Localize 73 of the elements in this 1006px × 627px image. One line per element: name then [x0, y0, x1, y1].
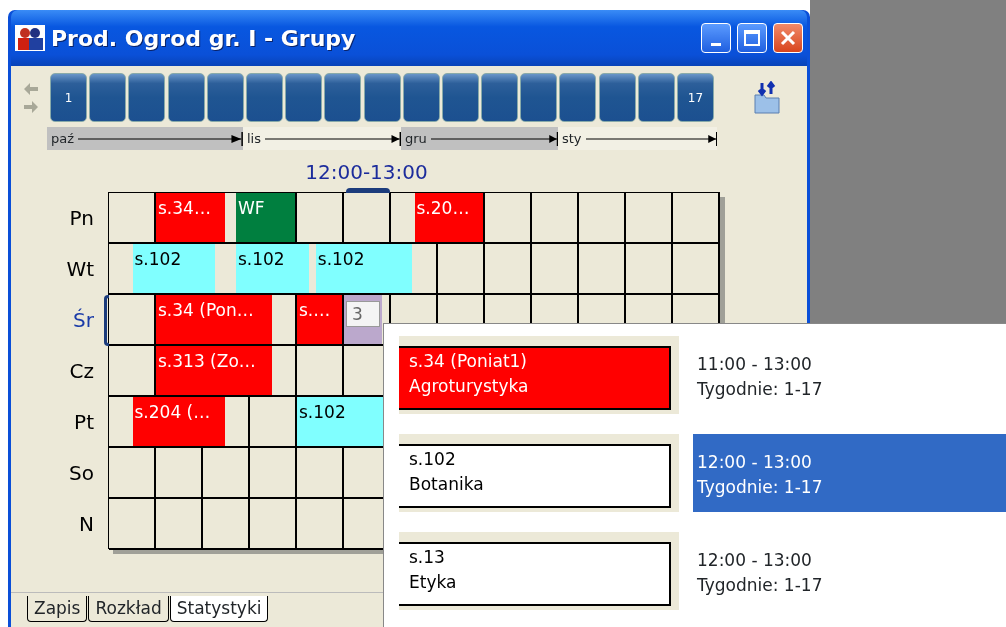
subject-text: Botanika: [409, 472, 485, 496]
lesson-block[interactable]: s.34 (Poniat1) Agroturystyka: [399, 336, 679, 414]
month-label: paź: [50, 129, 75, 148]
weeks-text: Tygodnie: 1-17: [697, 573, 824, 597]
week-tile[interactable]: [363, 73, 401, 122]
class-block[interactable]: s.102: [297, 397, 383, 446]
month-label: lis: [246, 129, 261, 148]
week-tile[interactable]: [481, 73, 519, 122]
class-block[interactable]: s.102: [235, 244, 310, 293]
week-tile[interactable]: [402, 73, 440, 122]
time-text: 12:00 - 13:00: [697, 549, 813, 572]
close-button[interactable]: [773, 23, 803, 53]
month-label: gru: [404, 129, 427, 148]
tab[interactable]: Rozkład: [88, 595, 169, 622]
time-text: 12:00 - 13:00: [697, 451, 813, 474]
weeks-text: Tygodnie: 1-17: [697, 377, 824, 401]
week-tile[interactable]: [167, 73, 205, 122]
week-tile[interactable]: [128, 73, 166, 122]
minimize-button[interactable]: [701, 23, 731, 53]
month-label: sty: [561, 129, 582, 148]
minimize-icon: [711, 42, 721, 46]
time-text: 11:00 - 13:00: [697, 353, 813, 376]
room-text: s.102: [409, 448, 457, 471]
class-block[interactable]: s.102: [315, 244, 413, 293]
class-block[interactable]: s.20…: [414, 193, 483, 242]
day-label[interactable]: N: [11, 498, 108, 549]
tab[interactable]: Statystyki: [169, 595, 269, 622]
class-block[interactable]: s.34…: [156, 193, 225, 242]
subject-text: Agroturystyka: [409, 374, 530, 398]
day-label[interactable]: Pn: [11, 192, 108, 243]
maximize-button[interactable]: [737, 23, 767, 53]
weeks-text: Tygodnie: 1-17: [697, 475, 824, 499]
class-block[interactable]: s.34 (Pon…: [156, 295, 272, 344]
folder-icon[interactable]: [753, 80, 781, 115]
week-tile[interactable]: 1: [50, 73, 87, 122]
row-marker: [104, 295, 109, 346]
week-tile[interactable]: [441, 73, 479, 122]
week-tile[interactable]: 17: [677, 73, 714, 122]
time-option[interactable]: 11:00 - 13:00 Tygodnie: 1-17: [693, 336, 1006, 414]
time-header: 12:00-13:00: [304, 160, 429, 185]
week-tile[interactable]: [285, 73, 323, 122]
class-block[interactable]: s.313 (Zo…: [156, 346, 272, 395]
day-label[interactable]: Cz: [11, 345, 108, 396]
week-tile[interactable]: [89, 73, 127, 122]
week-tile[interactable]: [206, 73, 244, 122]
close-icon: [779, 29, 797, 47]
day-label[interactable]: So: [11, 447, 108, 498]
week-tile[interactable]: [559, 73, 597, 122]
window-title: Prod. Ogrod gr. I - Grupy: [51, 24, 357, 53]
tab[interactable]: Zapis: [27, 595, 88, 622]
class-block[interactable]: s.204 (…: [132, 397, 225, 446]
day-label[interactable]: Pt: [11, 396, 108, 447]
class-block[interactable]: s.…: [297, 295, 342, 344]
maximize-icon: [743, 29, 761, 47]
week-tile[interactable]: [324, 73, 362, 122]
column-marker: [346, 188, 390, 193]
time-option[interactable]: 12:00 - 13:00 Tygodnie: 1-17: [693, 532, 1006, 610]
time-option[interactable]: 12:00 - 13:00 Tygodnie: 1-17: [693, 434, 1006, 512]
week-tile[interactable]: [520, 73, 558, 122]
lesson-block[interactable]: s.13 Etyka: [399, 532, 679, 610]
class-block[interactable]: WF: [235, 193, 295, 242]
week-tile[interactable]: [598, 73, 636, 122]
app-icon: [15, 25, 45, 51]
day-label[interactable]: Śr: [11, 294, 108, 345]
subject-text: Etyka: [409, 570, 458, 594]
lesson-block[interactable]: s.102 Botanika: [399, 434, 679, 512]
day-label[interactable]: Wt: [11, 243, 108, 294]
room-text: s.34 (Poniat1): [409, 350, 528, 373]
week-tile[interactable]: [245, 73, 283, 122]
room-text: s.13: [409, 546, 446, 569]
week-spinner[interactable]: 3: [346, 301, 380, 327]
week-tile[interactable]: [637, 73, 675, 122]
class-block[interactable]: s.102: [132, 244, 216, 293]
